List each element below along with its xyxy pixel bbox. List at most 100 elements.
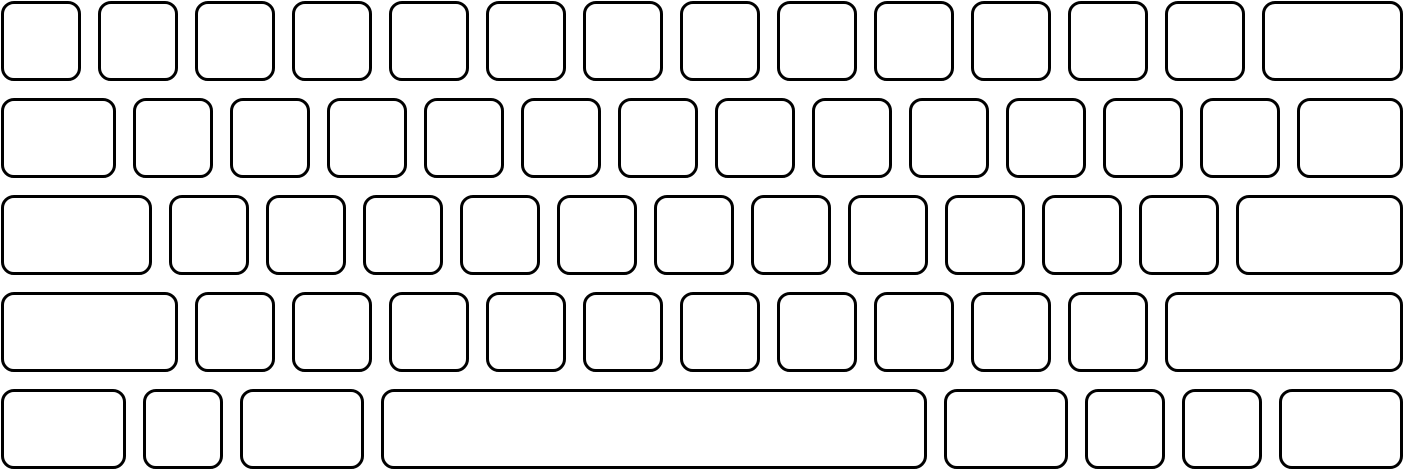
key-label (172, 198, 246, 272)
key-label (1265, 4, 1400, 78)
key-row3-03[interactable] (266, 195, 346, 275)
key-label (780, 295, 854, 369)
key-row4-07[interactable] (680, 292, 760, 372)
key-row2-04[interactable] (327, 98, 407, 178)
key-row3-11[interactable] (1042, 195, 1122, 275)
key-row1-10[interactable] (874, 1, 954, 81)
key-row3-05[interactable] (460, 195, 540, 275)
key-row1-02[interactable] (98, 1, 178, 81)
key-row2-09[interactable] (812, 98, 892, 178)
key-label (1009, 101, 1083, 175)
key-label (4, 101, 113, 175)
key-label (1071, 295, 1145, 369)
key-row5-01-wide[interactable] (1, 389, 126, 469)
key-row1-13[interactable] (1165, 1, 1245, 81)
key-row5-07[interactable] (1182, 389, 1262, 469)
key-row5-02[interactable] (143, 389, 223, 469)
key-row4-02[interactable] (195, 292, 275, 372)
key-label (524, 101, 598, 175)
key-label (295, 295, 369, 369)
key-row4-10[interactable] (971, 292, 1051, 372)
key-label (1106, 101, 1180, 175)
key-label (912, 101, 986, 175)
key-row4-12-wide[interactable] (1165, 292, 1403, 372)
key-row1-09[interactable] (777, 1, 857, 81)
key-row4-06[interactable] (583, 292, 663, 372)
key-row3-01-wide[interactable] (1, 195, 152, 275)
key-row2-10[interactable] (909, 98, 989, 178)
key-row1-07[interactable] (583, 1, 663, 81)
key-label (384, 392, 924, 466)
key-label (1168, 4, 1242, 78)
key-row4-09[interactable] (874, 292, 954, 372)
key-row2-14-wide[interactable] (1297, 98, 1403, 178)
key-label (1185, 392, 1259, 466)
key-row1-05[interactable] (389, 1, 469, 81)
key-row2-07[interactable] (618, 98, 698, 178)
key-label (198, 295, 272, 369)
key-row2-06[interactable] (521, 98, 601, 178)
key-label (330, 101, 404, 175)
key-row5-08-wide[interactable] (1279, 389, 1403, 469)
key-row2-13[interactable] (1200, 98, 1280, 178)
spacebar-key[interactable] (381, 389, 927, 469)
key-label (392, 4, 466, 78)
key-row4-11[interactable] (1068, 292, 1148, 372)
key-row4-04[interactable] (389, 292, 469, 372)
key-row3-12[interactable] (1139, 195, 1219, 275)
key-row2-02[interactable] (133, 98, 213, 178)
key-row3-06[interactable] (557, 195, 637, 275)
key-row1-06[interactable] (486, 1, 566, 81)
key-label (877, 295, 951, 369)
key-row5-03-wide[interactable] (240, 389, 364, 469)
key-label (392, 295, 466, 369)
key-label (877, 4, 951, 78)
key-label (136, 101, 210, 175)
key-label (101, 4, 175, 78)
key-row4-05[interactable] (486, 292, 566, 372)
key-label (1168, 295, 1400, 369)
key-label (974, 295, 1048, 369)
key-label (780, 4, 854, 78)
key-row1-01[interactable] (1, 1, 81, 81)
key-label (243, 392, 361, 466)
key-row3-08[interactable] (751, 195, 831, 275)
key-row3-13-wide[interactable] (1236, 195, 1403, 275)
key-row4-01-wide[interactable] (1, 292, 178, 372)
key-label (4, 295, 175, 369)
key-row1-08[interactable] (680, 1, 760, 81)
key-row3-07[interactable] (654, 195, 734, 275)
key-row2-12[interactable] (1103, 98, 1183, 178)
key-row1-12[interactable] (1068, 1, 1148, 81)
key-row1-04[interactable] (292, 1, 372, 81)
key-label (295, 4, 369, 78)
key-label (463, 198, 537, 272)
key-label (947, 392, 1065, 466)
key-row1-11[interactable] (971, 1, 1051, 81)
key-row2-08[interactable] (715, 98, 795, 178)
key-row4-08[interactable] (777, 292, 857, 372)
key-row3-10[interactable] (945, 195, 1025, 275)
key-row5-05-wide[interactable] (944, 389, 1068, 469)
key-label (815, 101, 889, 175)
key-row4-03[interactable] (292, 292, 372, 372)
key-label (948, 198, 1022, 272)
key-label (586, 4, 660, 78)
key-label (851, 198, 925, 272)
key-label (146, 392, 220, 466)
key-row3-04[interactable] (363, 195, 443, 275)
key-row1-03[interactable] (195, 1, 275, 81)
key-row2-01-wide[interactable] (1, 98, 116, 178)
key-row2-05[interactable] (424, 98, 504, 178)
key-row2-11[interactable] (1006, 98, 1086, 178)
key-row5-06[interactable] (1085, 389, 1165, 469)
key-label (1088, 392, 1162, 466)
key-label (1282, 392, 1400, 466)
key-row3-09[interactable] (848, 195, 928, 275)
key-label (198, 4, 272, 78)
key-row2-03[interactable] (230, 98, 310, 178)
key-row3-02[interactable] (169, 195, 249, 275)
key-label (366, 198, 440, 272)
key-label (683, 295, 757, 369)
key-row1-14-wide[interactable] (1262, 1, 1403, 81)
